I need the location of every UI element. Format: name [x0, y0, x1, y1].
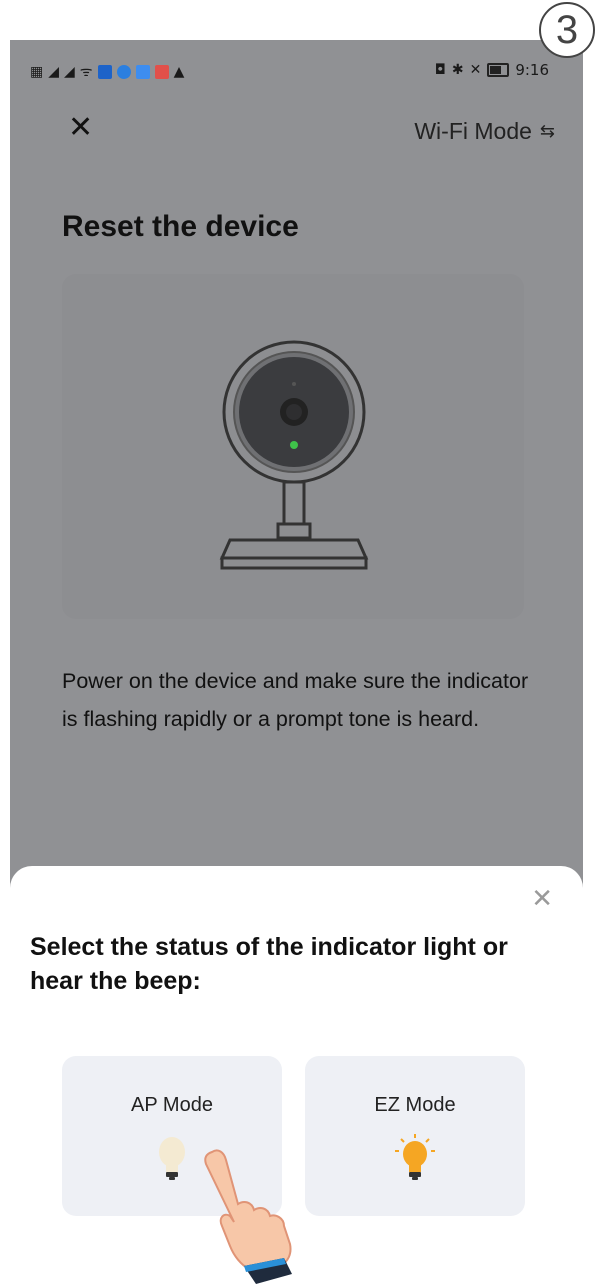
app-notification-icon	[116, 64, 131, 79]
page-title: Reset the device	[62, 210, 299, 243]
camera-icon	[219, 340, 369, 570]
bluetooth-icon: ✱	[451, 62, 464, 78]
signal-icon: ◢	[48, 63, 60, 80]
instruction-text: Power on the device and make sure the in…	[62, 669, 529, 731]
status-bar-right-icons: ◘ ✱ ✕ 9:16	[435, 61, 549, 79]
nfc-icon: ◘	[434, 62, 446, 78]
app-notification-icon	[97, 64, 112, 79]
device-illustration	[62, 274, 524, 619]
bulb-dim-icon	[159, 1137, 185, 1180]
app-notification-icon	[135, 64, 150, 79]
wifi-mode-button[interactable]: Wi-Fi Mode ⇆	[414, 118, 555, 145]
mode-label: AP Mode	[131, 1094, 213, 1116]
wifi-mode-label: Wi-Fi Mode	[414, 118, 532, 144]
ez-mode-option[interactable]: EZ Mode	[305, 1056, 525, 1216]
status-bar-left-icons: ▦ ◢ ◢ ᯤ ▲	[30, 62, 184, 81]
indicator-status-sheet: ✕ Select the status of the indicator lig…	[10, 866, 583, 1287]
pointing-hand-icon	[204, 1149, 292, 1284]
close-icon[interactable]: ✕	[531, 884, 553, 914]
phone-screen: ▦ ◢ ◢ ᯤ ▲ ◘ ✱ ✕ 9:16 ✕ Wi-Fi Mode ⇆ Rese…	[10, 40, 583, 1287]
status-bar: ▦ ◢ ◢ ᯤ ▲ ◘ ✱ ✕ 9:16	[10, 40, 583, 100]
app-notification-icon	[154, 64, 169, 79]
signal-icon: ◢	[64, 63, 75, 80]
wifi-icon: ᯤ	[79, 64, 93, 80]
close-icon[interactable]: ✕	[68, 110, 93, 145]
sim-icon: ▦	[30, 63, 44, 80]
bulb-lit-icon	[395, 1134, 435, 1180]
battery-icon	[487, 63, 510, 77]
status-time: 9:16	[515, 61, 549, 79]
warning-icon: ▲	[173, 63, 185, 80]
sheet-title: Select the status of the indicator light…	[30, 933, 508, 995]
mute-icon: ✕	[469, 62, 482, 78]
step-number-badge: 3	[539, 2, 595, 58]
mode-label: EZ Mode	[374, 1094, 456, 1116]
swap-icon: ⇆	[539, 121, 555, 142]
